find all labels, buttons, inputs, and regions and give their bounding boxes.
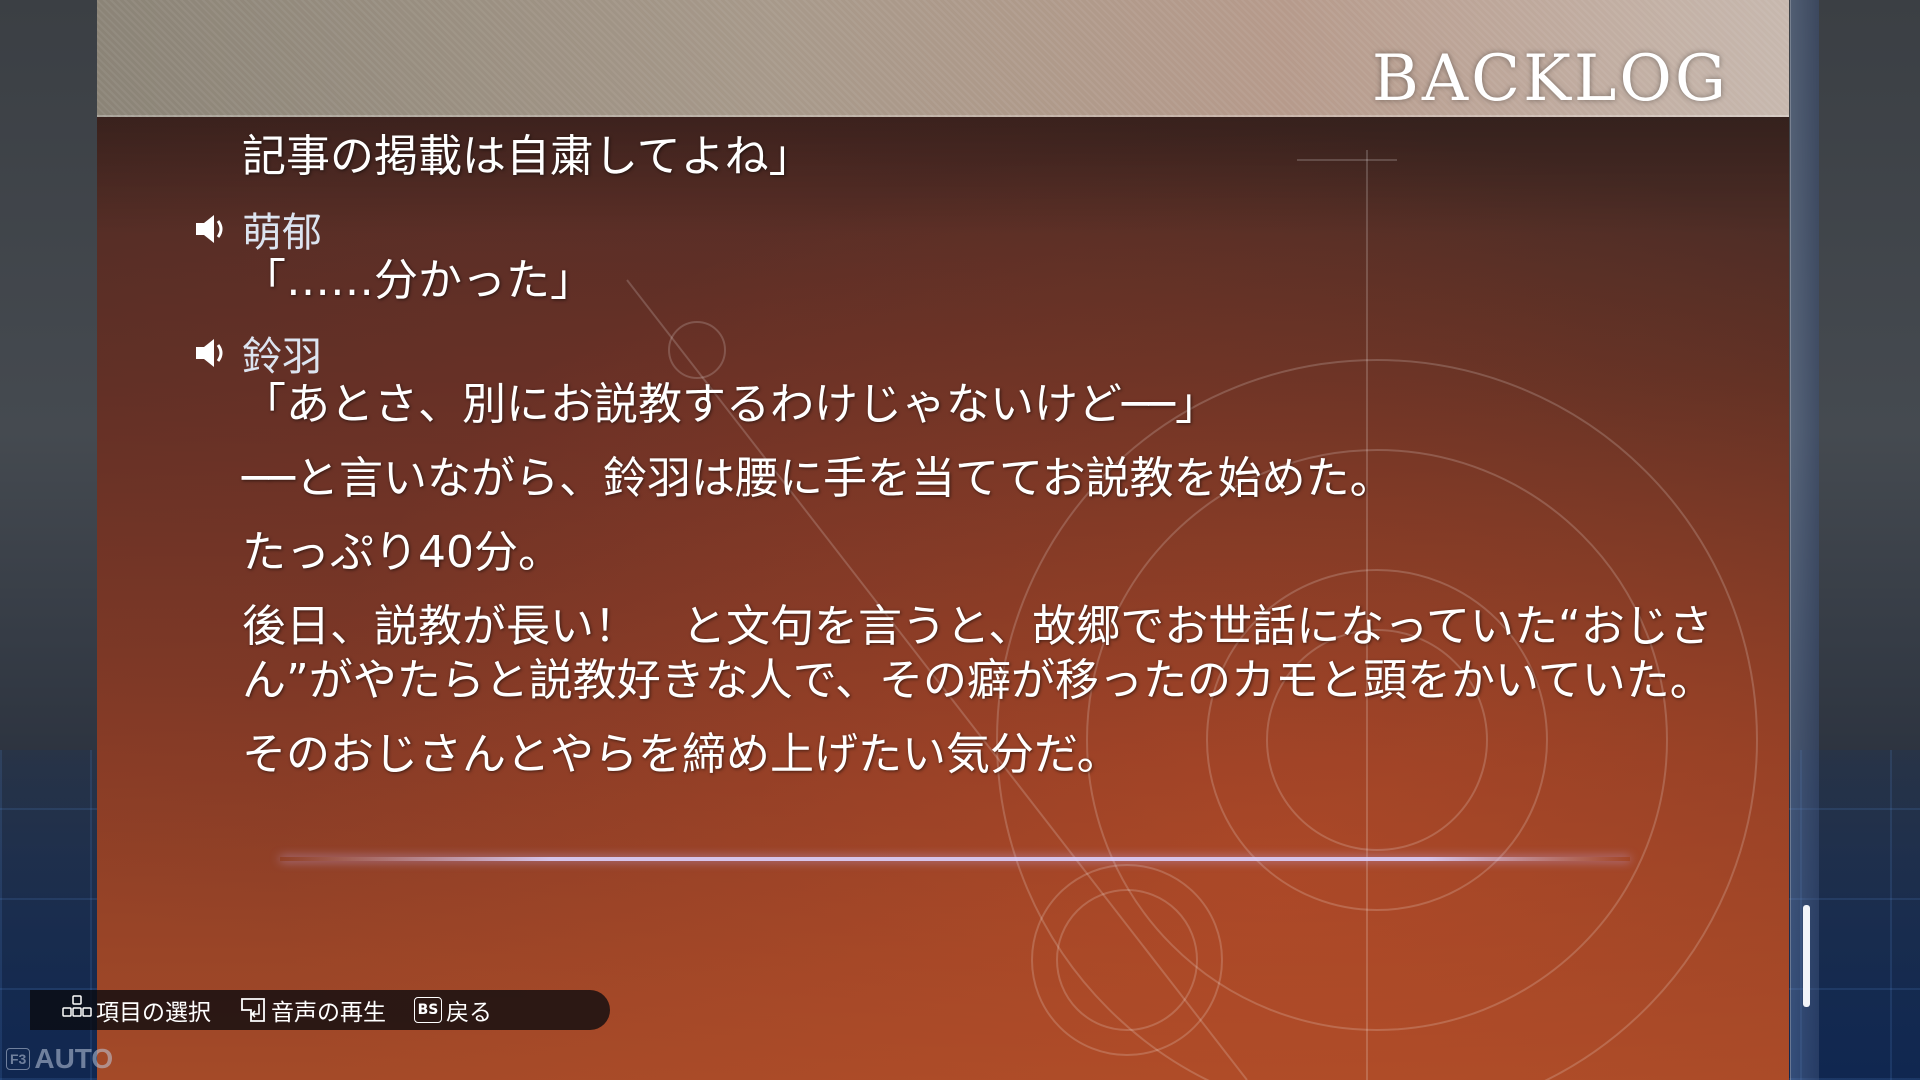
voice-replay-icon[interactable] — [190, 209, 230, 249]
backlog-header: BACKLOG — [97, 0, 1789, 117]
log-entry-selected[interactable]: そのおじさんとやらを締め上げたい気分だ。 — [242, 728, 1697, 782]
log-entry[interactable]: 萌郁 「……分かった」 — [196, 204, 1697, 308]
backlog-panel: BACKLOG 記事の掲載は自粛してよね」 萌郁 「……分かった」 鈴羽 「あと… — [97, 0, 1789, 1080]
backlog-list: 記事の掲載は自粛してよね」 萌郁 「……分かった」 鈴羽 「あとさ、別にお説教す… — [97, 130, 1714, 782]
backlog-title: BACKLOG — [1371, 42, 1729, 116]
control-guide: 項目の選択 音声の再生 BS 戻る — [30, 990, 610, 1030]
log-entry[interactable]: ──と言いながら、鈴羽は腰に手を当ててお説教を始めた。 — [242, 452, 1697, 506]
log-entry[interactable]: 後日、説教が長い！ と文句を言うと、故郷でお世話になっていた“おじさん”がやたら… — [242, 600, 1714, 708]
log-entry[interactable]: 鈴羽 「あとさ、別にお説教するわけじゃないけど──」 — [196, 328, 1697, 432]
select-item-control[interactable]: 項目の選択 — [62, 993, 211, 1027]
log-text: そのおじさんとやらを締め上げたい気分だ。 — [242, 729, 1121, 780]
log-text: 後日、説教が長い！ と文句を言うと、故郷でお世話になっていた“おじさん”がやたら… — [242, 601, 1714, 706]
voice-replay-icon[interactable] — [190, 333, 230, 373]
auto-label: AUTO — [34, 1043, 114, 1074]
auto-mode-indicator[interactable]: F3 AUTO — [6, 1043, 113, 1075]
backspace-key-icon: BS — [414, 997, 442, 1023]
log-text: たっぷり40分。 — [242, 527, 562, 578]
play-voice-control[interactable]: 音声の再生 — [239, 993, 386, 1027]
speaker-name: 萌郁 — [242, 210, 322, 256]
log-entry[interactable]: 記事の掲載は自粛してよね」 — [242, 130, 1697, 184]
log-text: 記事の掲載は自粛してよね」 — [242, 131, 813, 182]
log-text: 「あとさ、別にお説教するわけじゃないけど──」 — [242, 379, 1219, 430]
select-item-label: 項目の選択 — [96, 1000, 211, 1026]
back-control[interactable]: BS 戻る — [414, 993, 492, 1027]
log-entry[interactable]: たっぷり40分。 — [242, 526, 1697, 580]
scrollbar-thumb[interactable] — [1803, 905, 1810, 1007]
log-text: 「……分かった」 — [242, 255, 594, 306]
dpad-icon — [62, 995, 92, 1017]
selection-highlight — [280, 857, 1630, 861]
play-voice-label: 音声の再生 — [271, 1000, 386, 1026]
speaker-name: 鈴羽 — [242, 334, 322, 380]
back-label: 戻る — [446, 1000, 492, 1026]
f3-key-icon: F3 — [6, 1048, 31, 1070]
log-text: ──と言いながら、鈴羽は腰に手を当ててお説教を始めた。 — [242, 453, 1394, 504]
enter-key-icon — [241, 998, 265, 1022]
